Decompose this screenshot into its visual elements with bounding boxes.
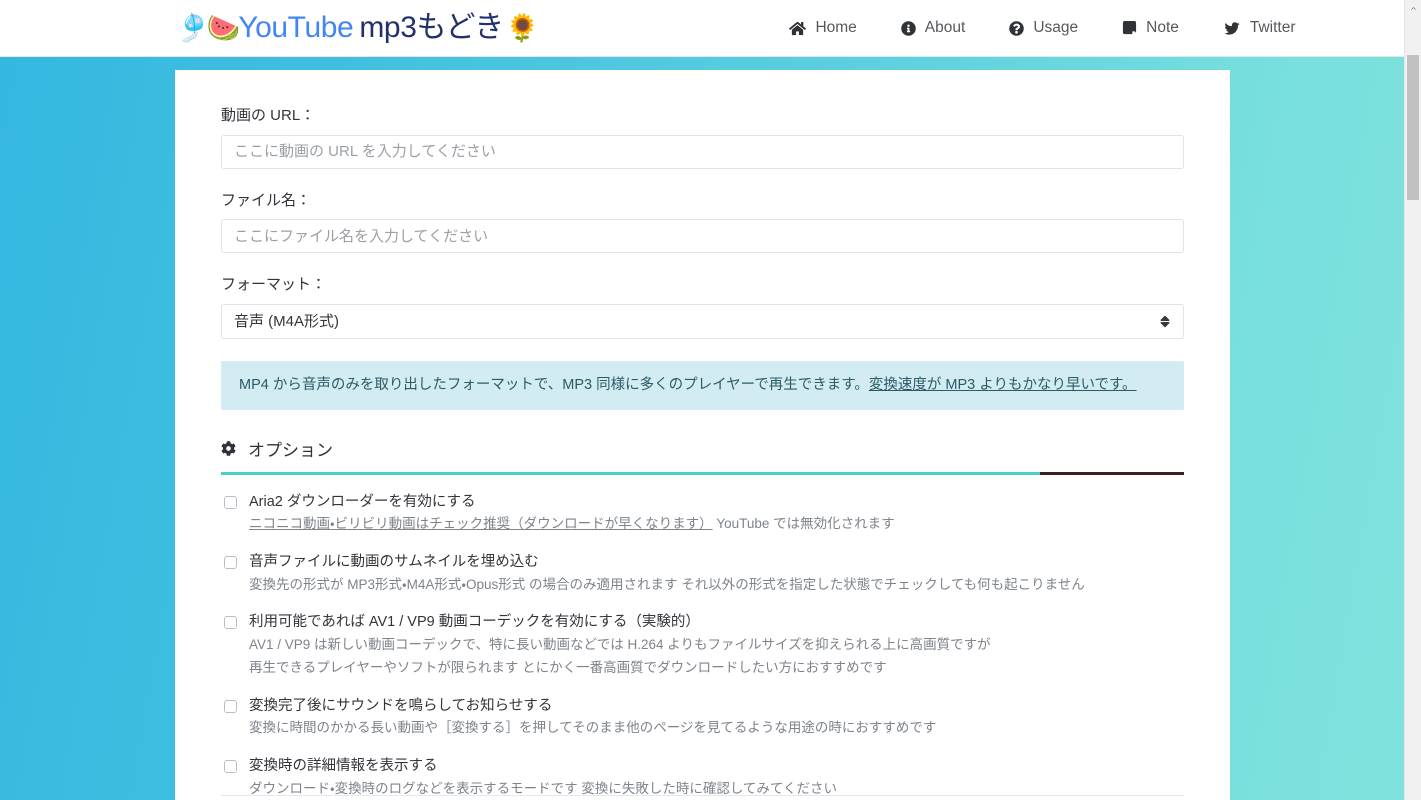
- video-url-input[interactable]: [221, 134, 1184, 169]
- option-description: 変換に時間のかかる長い動画や［変換する］を押してそのまま他のページを見てるような…: [249, 720, 937, 736]
- option-title[interactable]: 利用可能であれば AV1 / VP9 動画コーデックを有効にする（実験的）: [249, 613, 1184, 633]
- options-heading: オプション: [221, 436, 1184, 461]
- note-icon: [1122, 20, 1137, 36]
- content-card: 動画の URL： ファイル名： フォーマット： 音声 (M4A形式): [175, 70, 1230, 800]
- video-url-label: 動画の URL：: [221, 107, 316, 124]
- option-description-line-2: 再生できるプレイヤーやソフトが限られます とにかく一番高画質でダウンロードしたい…: [249, 659, 887, 675]
- nav-item-about[interactable]: About: [879, 19, 988, 37]
- scroll-up-arrow-icon[interactable]: [1405, 0, 1421, 17]
- option-description-tail: YouTube では無効化されます: [712, 516, 895, 532]
- option-description-line-1: AV1 / VP9 は新しい動画コーデックで、特に長い動画などでは H.264 …: [249, 637, 991, 653]
- format-info-alert: MP4 から音声のみを取り出したフォーマットで、MP3 同様に多くのプレイヤーで…: [221, 360, 1184, 410]
- format-label: フォーマット：: [221, 276, 327, 293]
- format-info-link[interactable]: 変換速度が MP3 よりもかなり早いです。: [869, 377, 1137, 393]
- divider-dark-segment: [1039, 471, 1184, 475]
- option-row-aria2[interactable]: Aria2 ダウンローダーを有効にする ニコニコ動画・ビリビリ動画はチェック推奨…: [221, 493, 1184, 535]
- twitter-bird-icon: [1223, 21, 1241, 36]
- option-title[interactable]: 音声ファイルに動画のサムネイルを埋め込む: [249, 553, 1184, 573]
- nav-item-label: Home: [815, 19, 857, 36]
- info-circle-icon: [901, 20, 916, 36]
- brand-name-primary: YouTube: [238, 11, 354, 44]
- option-checkbox-sound-notify[interactable]: [224, 699, 237, 713]
- filename-label: ファイル名：: [221, 191, 312, 209]
- options-heading-label: オプション: [248, 440, 333, 460]
- nav-item-label: Usage: [1033, 19, 1079, 36]
- question-circle-icon: [1009, 20, 1025, 36]
- video-url-field-group: 動画の URL：: [221, 106, 1184, 169]
- brand-name-secondary: mp3もどき: [359, 11, 504, 44]
- section-divider-bottom: [221, 795, 1184, 796]
- option-checkbox-av1-vp9[interactable]: [224, 616, 237, 630]
- home-icon: [789, 21, 807, 36]
- brand-logo[interactable]: 🎐🍉 YouTube mp3もどき 🌻: [176, 13, 539, 43]
- option-row-av1-vp9[interactable]: 利用可能であれば AV1 / VP9 動画コーデックを有効にする（実験的） AV…: [221, 613, 1184, 678]
- page-root: 🎐🍉 YouTube mp3もどき 🌻 Home About Usage Not…: [0, 0, 1421, 800]
- gear-icon: [221, 440, 236, 456]
- nav-item-twitter[interactable]: Twitter: [1201, 19, 1318, 37]
- nav-item-label: Twitter: [1249, 19, 1296, 36]
- format-select[interactable]: 音声 (M4A形式): [221, 303, 1184, 339]
- nav-item-label: Note: [1146, 19, 1179, 36]
- filename-field-group: ファイル名：: [221, 191, 1184, 253]
- nav-item-usage[interactable]: Usage: [987, 19, 1100, 37]
- option-description: 変換先の形式が MP3形式・M4A形式・Opus形式 の場合のみ適用されます そ…: [249, 576, 1085, 592]
- format-field-group: フォーマット： 音声 (M4A形式): [221, 275, 1184, 339]
- scrollbar-thumb[interactable]: [1407, 55, 1419, 200]
- windchime-watermelon-icon: 🎐🍉: [176, 12, 240, 43]
- option-description: ダウンロード・変換時のログなどを表示するモードです 変換に失敗した時に確認してみ…: [249, 780, 838, 796]
- option-title[interactable]: 変換時の詳細情報を表示する: [249, 757, 1184, 777]
- sunflower-field-icon: 🌻: [505, 12, 540, 43]
- format-info-text: MP4 から音声のみを取り出したフォーマットで、MP3 同様に多くのプレイヤーで…: [239, 376, 869, 393]
- option-row-embed-thumbnail[interactable]: 音声ファイルに動画のサムネイルを埋め込む 変換先の形式が MP3形式・M4A形式…: [221, 553, 1184, 595]
- option-row-verbose-info[interactable]: 変換時の詳細情報を表示する ダウンロード・変換時のログなどを表示するモードです …: [221, 757, 1184, 799]
- filename-input[interactable]: [221, 219, 1184, 253]
- option-checkbox-embed-thumbnail[interactable]: [224, 556, 237, 569]
- divider-teal-segment: [221, 471, 1040, 475]
- top-navbar: 🎐🍉 YouTube mp3もどき 🌻 Home About Usage Not…: [0, 0, 1404, 57]
- option-checkbox-verbose-info[interactable]: [224, 760, 237, 774]
- nav-item-label: About: [924, 19, 966, 36]
- options-divider: [221, 471, 1184, 475]
- option-checkbox-aria2[interactable]: [224, 495, 237, 509]
- nav-item-home[interactable]: Home: [767, 19, 878, 37]
- option-title[interactable]: 変換完了後にサウンドを鳴らしてお知らせする: [249, 697, 1184, 717]
- vertical-scrollbar[interactable]: [1404, 0, 1421, 800]
- option-description: ニコニコ動画・ビリビリ動画はチェック推奨（ダウンロードが早くなります） YouT…: [249, 514, 1184, 535]
- option-description-link[interactable]: ニコニコ動画・ビリビリ動画はチェック推奨（ダウンロードが早くなります）: [249, 516, 713, 531]
- nav-item-note[interactable]: Note: [1100, 19, 1201, 37]
- option-row-sound-notify[interactable]: 変換完了後にサウンドを鳴らしてお知らせする 変換に時間のかかる長い動画や［変換す…: [221, 697, 1184, 739]
- option-title[interactable]: Aria2 ダウンローダーを有効にする: [249, 493, 1184, 513]
- main-navigation: Home About Usage Note Twitter: [767, 19, 1317, 37]
